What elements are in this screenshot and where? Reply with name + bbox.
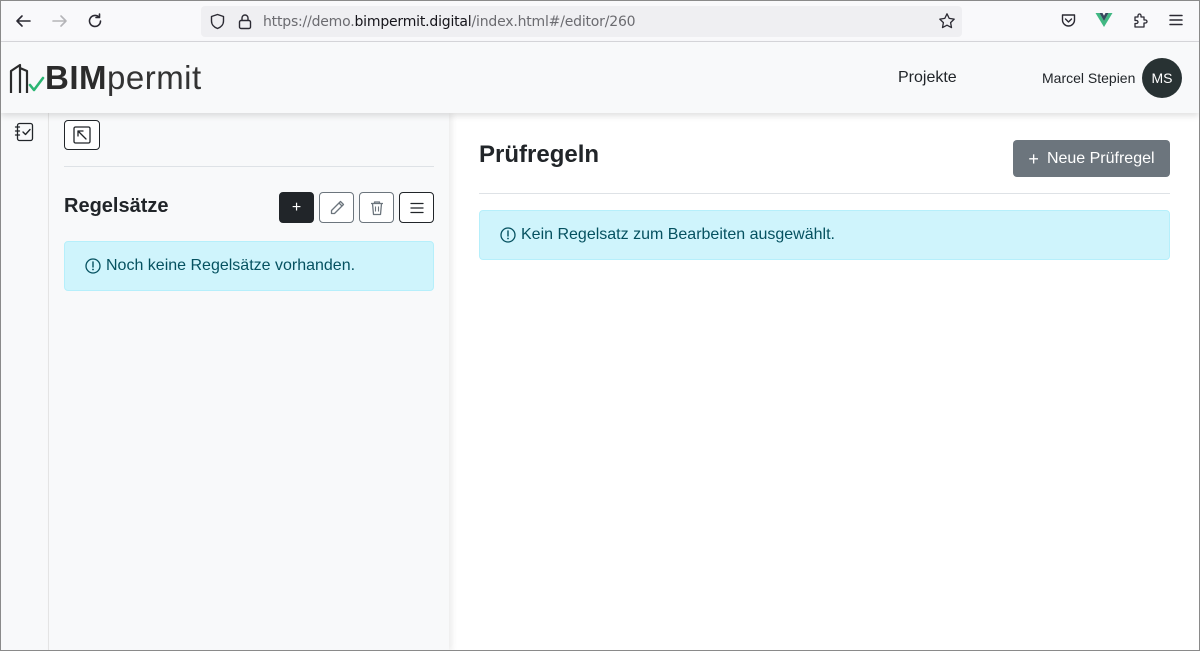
pocket-icon[interactable] [1058,10,1078,30]
trash-icon [370,200,383,215]
ruleset-list-button[interactable] [399,192,434,223]
page-title: Prüfregeln [479,141,600,168]
user-name[interactable]: Marcel Stepien [1042,70,1135,86]
no-ruleset-selected-text: Kein Regelsatz zum Bearbeiten ausgewählt… [521,226,835,243]
collapse-sidebar-button[interactable] [64,120,100,150]
browser-toolbar: https://demo.bimpermit.digital/index.htm… [0,0,1200,42]
vue-devtools-icon[interactable] [1094,10,1114,30]
no-rulesets-alert: Noch keine Regelsätze vorhanden. [64,241,434,291]
url-host: bimpermit.digital [354,14,472,30]
avatar[interactable]: MS [1142,58,1182,98]
main-divider [479,193,1170,194]
left-rail [1,113,49,651]
new-rule-label: Neue Prüfregel [1046,149,1155,167]
extensions-icon[interactable] [1130,10,1150,30]
url-prefix: https://demo. [263,14,355,30]
exclamation-circle-icon [500,227,516,243]
arrow-up-left-square-icon [73,126,91,144]
sidebar-divider [64,166,434,167]
star-icon[interactable] [938,12,956,35]
url-path: /index.html#/editor/260 [471,14,636,30]
reload-icon[interactable] [83,9,107,33]
exclamation-circle-icon [85,258,101,274]
lock-icon[interactable] [237,13,253,35]
logo-bim: BIM [45,59,107,96]
rulesets-title: Regelsätze [64,195,169,217]
app-header: BIMpermit Projekte Marcel Stepien MS [1,42,1199,113]
nav-projects-link[interactable]: Projekte [898,69,957,87]
new-rule-button[interactable]: + Neue Prüfregel [1013,140,1170,177]
add-icon: + [291,198,302,216]
bimpermit-logo[interactable]: BIMpermit [9,60,202,96]
url-text[interactable]: https://demo.bimpermit.digital/index.htm… [263,14,636,30]
add-ruleset-button[interactable]: + [279,192,314,223]
list-icon [409,202,424,213]
url-bar[interactable]: https://demo.bimpermit.digital/index.htm… [201,6,962,37]
no-ruleset-selected-alert: Kein Regelsatz zum Bearbeiten ausgewählt… [479,210,1170,260]
logo-permit: permit [107,59,202,96]
back-arrow-icon[interactable] [11,9,35,33]
no-rulesets-text: Noch keine Regelsätze vorhanden. [106,257,356,274]
edit-ruleset-button[interactable] [319,192,354,223]
delete-ruleset-button[interactable] [359,192,394,223]
forward-arrow-icon[interactable] [48,9,72,33]
pencil-icon [330,200,344,214]
ruleset-sidebar: Regelsätze + Noch keine Regelsätze vorha… [49,113,449,651]
shield-icon[interactable] [209,13,226,35]
checklist-icon[interactable] [14,121,36,148]
logo-wordmark: BIMpermit [45,60,202,96]
plus-icon: + [1028,148,1039,169]
menu-icon[interactable] [1166,10,1186,30]
building-check-icon [9,63,45,93]
